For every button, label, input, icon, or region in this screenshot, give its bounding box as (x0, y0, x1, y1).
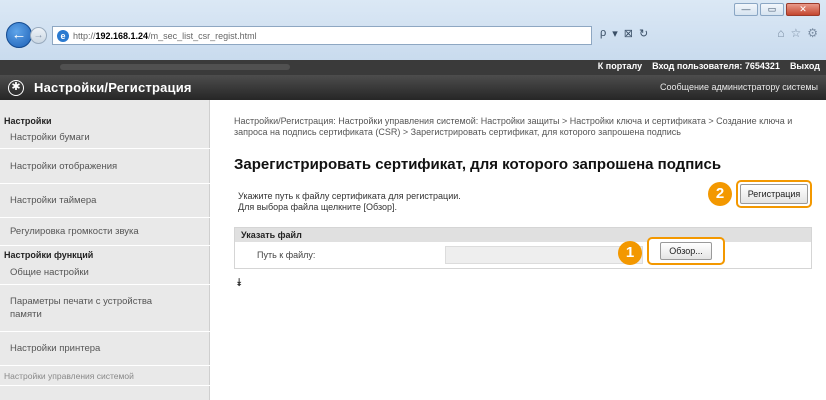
sidebar-section-settings: Настройки (4, 116, 52, 126)
file-path-field[interactable] (445, 246, 643, 264)
settings-gear-icon[interactable]: ⚙ (807, 26, 818, 40)
portal-link[interactable]: К порталу (598, 61, 642, 71)
address-tools: ρ ▾ ⊠ ↻ (600, 27, 648, 40)
dropdown-arrow-icon[interactable]: ▾ (612, 27, 618, 40)
address-bar[interactable]: e http://192.168.1.24/m_sec_list_csr_reg… (52, 26, 592, 45)
sidebar-item-system-management[interactable]: Настройки управления системой (0, 366, 210, 386)
favorites-star-icon[interactable]: ☆ (790, 26, 801, 40)
instruction-line-2: Для выбора файла щелкните [Обзор]. (238, 202, 398, 212)
app-header: ✱ Настройки/Регистрация Сообщение админи… (0, 75, 826, 100)
sidebar-section-functions: Настройки функций (4, 250, 94, 260)
user-topbar: К порталу Вход пользователя: 7654321 Вых… (0, 60, 826, 75)
callout-2-badge: 2 (708, 182, 732, 206)
browse-button[interactable]: Обзор... (660, 242, 712, 260)
browser-tools: ⌂ ☆ ⚙ (777, 26, 818, 40)
main-content: Настройки/Регистрация: Настройки управле… (210, 100, 826, 400)
sidebar-item-display-settings[interactable]: Настройки отображения (0, 149, 210, 184)
home-icon[interactable]: ⌂ (777, 26, 784, 40)
browse-button-highlight: Обзор... (647, 237, 725, 265)
refresh-icon[interactable]: ↻ (639, 27, 648, 40)
window-controls: — ▭ ✕ (734, 3, 820, 16)
url-path: /m_sec_list_csr_regist.html (148, 30, 257, 41)
instruction-line-1: Укажите путь к файлу сертификата для рег… (238, 191, 461, 201)
settings-icon: ✱ (8, 80, 24, 96)
sidebar: Настройки Настройки бумаги Настройки ото… (0, 100, 210, 400)
callout-1-badge: 1 (618, 241, 642, 265)
maximize-button[interactable]: ▭ (760, 3, 784, 16)
admin-message-link[interactable]: Сообщение администратору системы (660, 82, 818, 92)
app-title: Настройки/Регистрация (34, 80, 192, 95)
file-path-label: Путь к файлу: (257, 250, 316, 260)
obscured-device-name (60, 64, 290, 70)
login-status: Вход пользователя: 7654321 (652, 61, 780, 71)
browser-page-icon: e (57, 29, 69, 42)
sidebar-item-paper-settings[interactable]: Настройки бумаги (0, 127, 210, 149)
forward-arrow-icon[interactable]: → (30, 27, 47, 44)
logout-link[interactable]: Выход (790, 61, 820, 71)
back-arrow-icon[interactable]: ← (6, 22, 32, 48)
instructions: Укажите путь к файлу сертификата для рег… (238, 191, 461, 213)
register-button-highlight: Регистрация (736, 180, 812, 208)
scroll-to-top-icon[interactable]: ⯯ (236, 277, 243, 290)
sidebar-item-timer-settings[interactable]: Настройки таймера (0, 184, 210, 218)
sidebar-item-memory-print[interactable]: Параметры печати с устройства памяти (0, 285, 210, 332)
minimize-button[interactable]: — (734, 3, 758, 16)
close-window-button[interactable]: ✕ (786, 3, 820, 16)
search-icon[interactable]: ρ (600, 27, 606, 40)
url-host: 192.168.1.24 (95, 30, 149, 41)
topbar-links: К порталу Вход пользователя: 7654321 Вых… (598, 61, 820, 71)
sidebar-item-general[interactable]: Общие настройки (0, 261, 210, 285)
sidebar-item-volume[interactable]: Регулировка громкости звука (0, 218, 210, 246)
specify-file-section: Указать файл Путь к файлу: (234, 227, 812, 269)
page-title: Зарегистрировать сертификат, для которог… (234, 156, 722, 173)
browser-toolbar: — ▭ ✕ ← → e http://192.168.1.24/m_sec_li… (0, 0, 826, 60)
url-text: http://192.168.1.24/m_sec_list_csr_regis… (73, 31, 257, 41)
sidebar-item-printer[interactable]: Настройки принтера (0, 332, 210, 366)
register-button[interactable]: Регистрация (740, 184, 808, 204)
breadcrumb: Настройки/Регистрация: Настройки управле… (234, 116, 793, 137)
url-prefix: http:// (73, 30, 96, 41)
certificate-icon[interactable]: ⊠ (624, 27, 633, 40)
